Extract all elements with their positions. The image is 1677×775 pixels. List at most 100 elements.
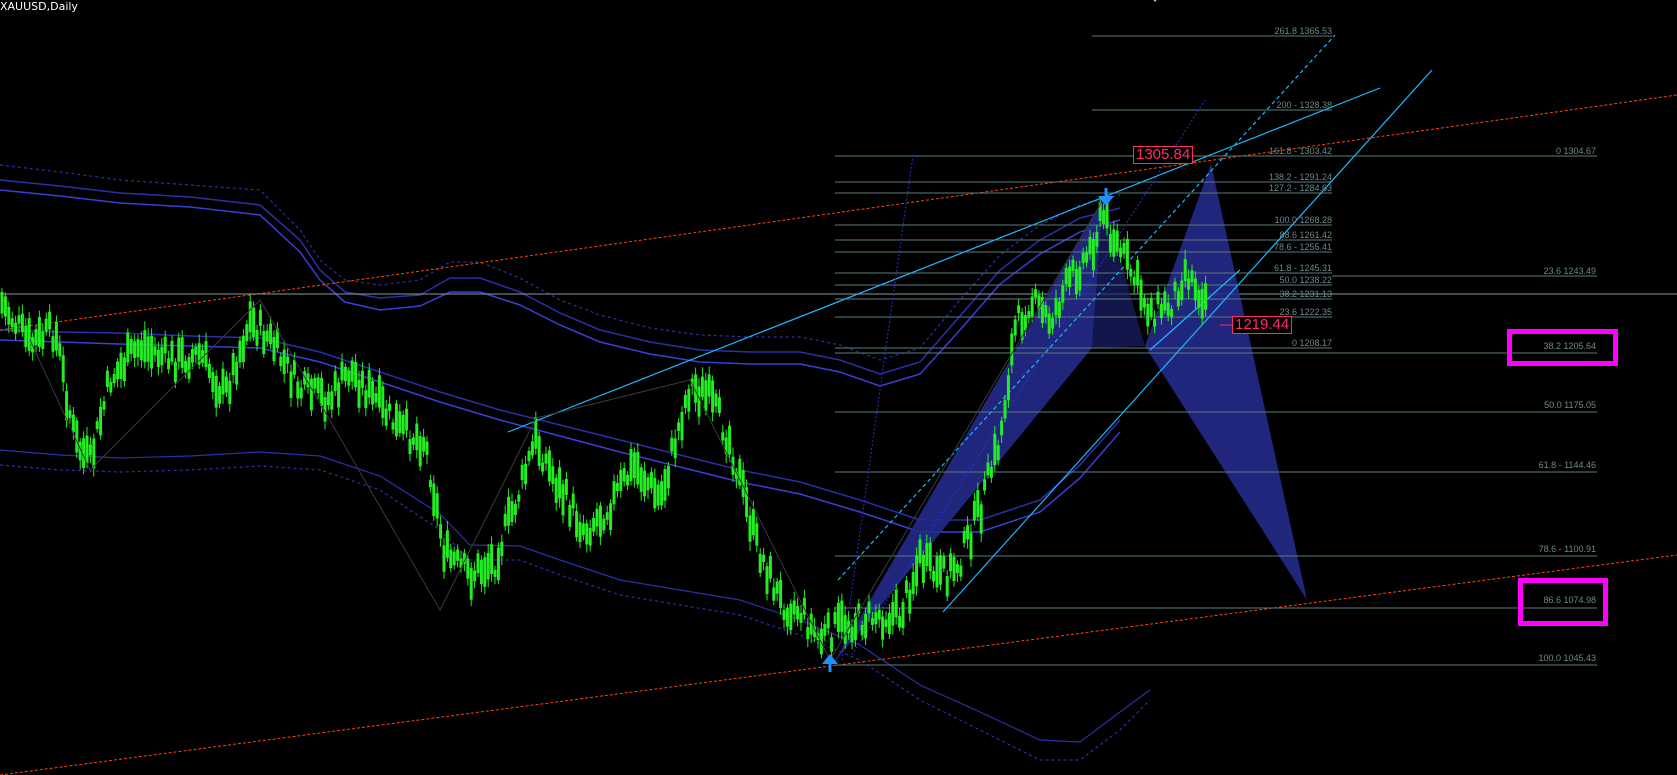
candle-body bbox=[435, 493, 439, 519]
candle-body bbox=[615, 482, 619, 492]
candle-body bbox=[779, 579, 783, 608]
candle-body bbox=[1030, 296, 1034, 317]
candle-body bbox=[163, 336, 167, 354]
candle-body bbox=[95, 421, 99, 430]
candle-body bbox=[595, 508, 599, 527]
candle-body bbox=[85, 435, 89, 464]
candle-body bbox=[432, 483, 436, 517]
harmonic-pattern[interactable] bbox=[833, 164, 1307, 664]
candle-body bbox=[279, 356, 283, 367]
fib-retracement-label: 100.0 1045.43 bbox=[1538, 653, 1596, 663]
chart-shift-marker[interactable] bbox=[1150, 0, 1160, 2]
candle-body bbox=[612, 481, 616, 505]
candle-body bbox=[153, 346, 157, 356]
candle-body bbox=[1146, 303, 1150, 327]
candle-body bbox=[207, 363, 211, 379]
candle-body bbox=[493, 569, 497, 577]
candle-body bbox=[1047, 313, 1051, 334]
candle-body bbox=[136, 339, 140, 358]
candle-body bbox=[320, 377, 324, 407]
candle-body bbox=[75, 420, 79, 453]
candle-body bbox=[1204, 283, 1208, 310]
candle-body bbox=[1061, 285, 1065, 303]
trend-lines[interactable] bbox=[507, 34, 1433, 613]
candle-body bbox=[1190, 270, 1194, 283]
candle-body bbox=[258, 309, 262, 326]
fib-extension-label: 38.2 1231.13 bbox=[1279, 289, 1332, 299]
candle-body bbox=[156, 349, 160, 368]
candle-body bbox=[173, 361, 177, 383]
candle-body bbox=[1095, 231, 1099, 247]
candle-body bbox=[1078, 266, 1082, 291]
candle-body bbox=[167, 358, 171, 370]
candle-body bbox=[479, 559, 483, 585]
candle-body bbox=[932, 570, 936, 582]
channel-lines[interactable] bbox=[0, 94, 1677, 775]
arrow-up-icon bbox=[822, 654, 838, 672]
candle-body bbox=[1013, 319, 1017, 336]
candle-body bbox=[785, 607, 789, 627]
candle-body bbox=[1064, 267, 1068, 284]
candle-body bbox=[122, 357, 126, 382]
candle-body bbox=[354, 362, 358, 388]
price-chart[interactable]: 261.8 1365.53 200 - 1328.38 161.8 - 1303.4… bbox=[0, 0, 1677, 775]
candle-body bbox=[989, 466, 993, 478]
candle-body bbox=[452, 551, 456, 566]
candle-body bbox=[1054, 297, 1058, 316]
candle-body bbox=[993, 433, 997, 466]
candle-body bbox=[1159, 303, 1163, 319]
fib-extension-label: 127.2 - 1284.63 bbox=[1269, 183, 1332, 193]
candle-body bbox=[496, 547, 500, 581]
candle-body bbox=[748, 515, 752, 542]
candle-body bbox=[218, 385, 222, 404]
candle-body bbox=[1044, 305, 1048, 318]
candle-body bbox=[520, 464, 524, 481]
candle-body bbox=[758, 553, 762, 573]
candle-body bbox=[241, 335, 245, 363]
candle-body bbox=[1074, 269, 1078, 295]
candle-body bbox=[282, 349, 286, 374]
candle-body bbox=[265, 330, 269, 342]
candle-body bbox=[211, 372, 215, 392]
candle-body bbox=[408, 439, 412, 455]
candle-body bbox=[272, 336, 276, 362]
candle-body bbox=[632, 452, 636, 479]
candle-body bbox=[1034, 289, 1038, 298]
symbol-label: XAUUSD,Daily bbox=[0, 0, 78, 13]
candle-body bbox=[3, 296, 7, 317]
candle-body bbox=[1166, 302, 1170, 316]
candle-body bbox=[92, 438, 96, 469]
candle-body bbox=[184, 360, 188, 373]
candle-body bbox=[670, 437, 674, 452]
candle-body bbox=[146, 336, 150, 362]
candle-body bbox=[367, 369, 371, 398]
candle-body bbox=[456, 549, 460, 561]
candle-body bbox=[415, 423, 419, 451]
candle-body bbox=[517, 494, 521, 502]
candle-body bbox=[1180, 280, 1184, 301]
candle-body bbox=[575, 511, 579, 538]
candle-body bbox=[901, 601, 905, 629]
candle-body bbox=[588, 527, 592, 546]
candle-body bbox=[190, 349, 194, 363]
fib-extension-label: 0 1208.17 bbox=[1292, 338, 1332, 348]
candle-body bbox=[160, 346, 164, 366]
fib-extension-label: 200 - 1328.38 bbox=[1276, 100, 1332, 110]
candle-body bbox=[360, 370, 364, 388]
candle-body bbox=[7, 306, 11, 325]
candle-body bbox=[58, 343, 62, 357]
candle-body bbox=[782, 610, 786, 620]
candle-body bbox=[313, 377, 317, 389]
candle-body bbox=[711, 380, 715, 413]
fib-retracement-label: 0 1304.67 bbox=[1556, 146, 1596, 156]
candle-body bbox=[666, 465, 670, 489]
candle-body bbox=[1176, 290, 1180, 307]
candle-body bbox=[364, 390, 368, 409]
candle-body bbox=[704, 380, 708, 412]
candle-body bbox=[292, 359, 296, 375]
candle-body bbox=[194, 347, 198, 355]
candle-body bbox=[524, 463, 528, 485]
candle-body bbox=[942, 556, 946, 569]
fib-retracement-label: 61.8 - 1144.46 bbox=[1539, 460, 1596, 470]
candle-body bbox=[826, 612, 830, 629]
